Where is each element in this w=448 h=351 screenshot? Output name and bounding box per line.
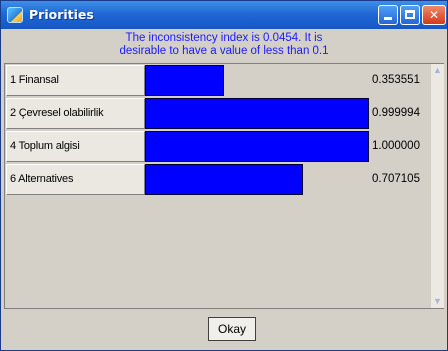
priority-row: 6 Alternatives 0.707105 (5, 163, 430, 196)
okay-button[interactable]: Okay (208, 317, 256, 341)
scroll-up-icon[interactable]: ▲ (431, 64, 444, 77)
priority-row: 4 Toplum algisi 1.000000 (5, 130, 430, 163)
priority-bar-track (145, 164, 369, 195)
window-title: Priorities (29, 7, 94, 22)
maximize-icon (405, 10, 415, 19)
minimize-button[interactable] (378, 5, 398, 25)
priority-value: 0.707105 (372, 173, 420, 185)
priority-bar (145, 164, 303, 195)
scroll-down-icon[interactable]: ▼ (431, 295, 444, 308)
priority-label: 1 Finansal (6, 65, 145, 96)
message-line-2: desirable to have a value of less than 0… (119, 45, 329, 57)
vertical-scrollbar[interactable]: ▲ ▼ (431, 64, 444, 308)
inconsistency-message: The inconsistency index is 0.0454. It is… (4, 29, 444, 62)
priorities-window: Priorities ✕ The inconsistency index is … (0, 0, 448, 351)
priorities-panel: 1 Finansal 0.353551 2 Çevresel olabilirl… (4, 63, 444, 309)
priority-bar-track (145, 98, 369, 129)
window-client: The inconsistency index is 0.0454. It is… (4, 29, 444, 349)
title-bar[interactable]: Priorities ✕ (1, 1, 447, 29)
app-icon (7, 7, 23, 23)
priority-bar (145, 65, 224, 96)
priority-bar-track (145, 65, 369, 96)
priority-row: 1 Finansal 0.353551 (5, 64, 430, 97)
priority-bar-track (145, 131, 369, 162)
minimize-icon (384, 17, 392, 20)
priority-bar (145, 98, 369, 129)
priority-label: 4 Toplum algisi (6, 131, 145, 162)
priority-label: 2 Çevresel olabilirlik (6, 98, 145, 129)
priority-bar (145, 131, 369, 162)
priority-label: 6 Alternatives (6, 164, 145, 195)
close-icon: ✕ (428, 8, 440, 22)
priority-value: 0.353551 (372, 74, 420, 86)
close-button[interactable]: ✕ (422, 5, 446, 25)
priority-row: 2 Çevresel olabilirlik 0.999994 (5, 97, 430, 130)
priority-value: 0.999994 (372, 107, 420, 119)
message-line-1: The inconsistency index is 0.0454. It is (125, 32, 323, 44)
maximize-button[interactable] (400, 5, 420, 25)
priority-value: 1.000000 (372, 140, 420, 152)
footer: Okay (4, 311, 444, 349)
